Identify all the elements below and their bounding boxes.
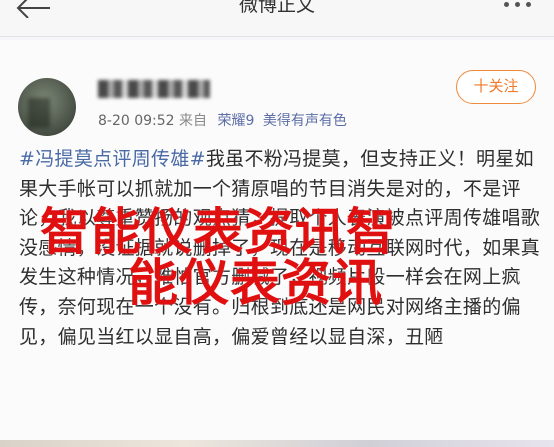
post-time: 8-20 09:52: [98, 113, 175, 129]
follow-button[interactable]: 十关注: [456, 70, 536, 104]
device-tagline[interactable]: 美得有声有色: [263, 113, 347, 129]
post-meta: 8-20 09:52 来自 荣耀9 美得有声有色: [98, 110, 347, 130]
source-prefix: 来自: [179, 113, 208, 129]
more-options-icon[interactable]: [504, 0, 534, 10]
page-title: 微博正文: [238, 0, 315, 16]
post-card: 8-20 09:52 来自 荣耀9 美得有声有色 十关注 #冯提莫点评周传雄#我…: [0, 40, 554, 447]
topic-hashtag[interactable]: #冯提莫点评周传雄#: [19, 148, 206, 170]
watermark-line-2: 能仪表资讯: [128, 254, 383, 312]
username-blurred[interactable]: [98, 80, 210, 98]
top-nav-bar: 微博正文: [0, 0, 554, 37]
image-preview-strip[interactable]: [0, 440, 554, 447]
device-link[interactable]: 荣耀9: [217, 113, 254, 129]
avatar[interactable]: [18, 78, 76, 136]
